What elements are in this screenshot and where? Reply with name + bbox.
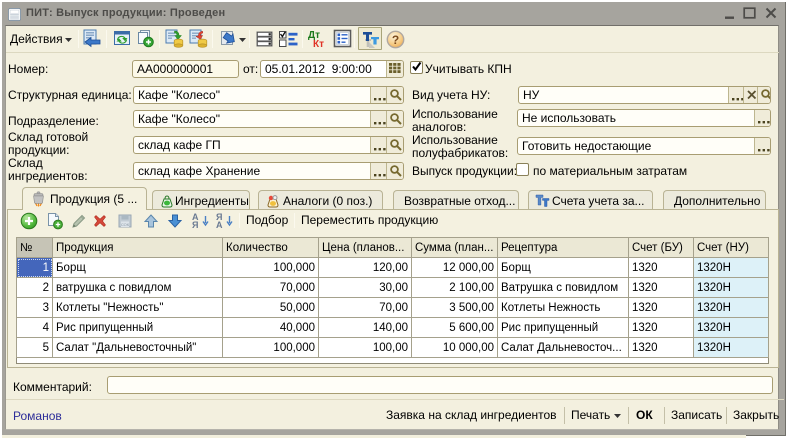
svg-text:?: ? xyxy=(392,33,399,47)
svg-text:СОК: СОК xyxy=(121,222,130,227)
